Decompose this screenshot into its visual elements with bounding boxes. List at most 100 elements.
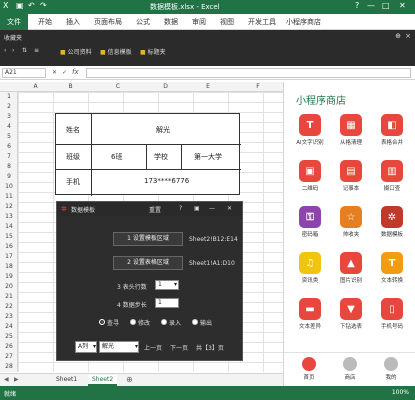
step-input[interactable]: 1 xyxy=(155,298,179,308)
nav-store[interactable]: 商店 xyxy=(335,357,365,381)
app-tile[interactable]: ▬ 文本差异 xyxy=(292,298,328,330)
reset-button[interactable]: 重置 xyxy=(149,205,161,214)
set-template-range-button[interactable]: 1 设置模板区域 xyxy=(113,232,183,246)
header-rows-select[interactable]: 1 ▾ xyxy=(155,280,179,290)
cancel-icon[interactable]: ✕ xyxy=(52,69,57,76)
tab-mini-store[interactable]: 小程序商店 xyxy=(286,17,321,27)
app-tile[interactable]: ▦ 从格清理 xyxy=(333,114,369,146)
app-tile[interactable]: ▥ 摄口查 xyxy=(374,160,410,192)
mode-radio-entry[interactable] xyxy=(161,319,167,325)
row-header[interactable]: 8 xyxy=(0,163,18,170)
row-header[interactable]: 28 xyxy=(0,363,18,370)
close-button[interactable]: ✕ xyxy=(399,1,406,10)
next-page-button[interactable]: 下一页 xyxy=(170,343,188,352)
value-select[interactable]: 解光 ▾ xyxy=(99,341,139,353)
app-tile[interactable]: ▯ 手机号码 xyxy=(374,298,410,330)
app-tile[interactable]: ♫ 资讯类 xyxy=(292,252,328,284)
undo-icon[interactable]: ↶ xyxy=(28,1,35,10)
row-header[interactable]: 9 xyxy=(0,173,18,180)
app-tile[interactable]: T 文本转换 xyxy=(374,252,410,284)
tab-view[interactable]: 视图 xyxy=(220,17,234,27)
column-header[interactable]: F xyxy=(233,83,283,90)
column-header[interactable]: E xyxy=(183,83,233,90)
row-header[interactable]: 15 xyxy=(0,233,18,240)
help-button[interactable]: ? xyxy=(179,205,182,212)
sheet-tab-1[interactable]: Sheet1 xyxy=(52,375,81,384)
save-icon[interactable]: ▣ xyxy=(16,1,24,10)
row-header[interactable]: 10 xyxy=(0,183,18,190)
app-tile[interactable]: ▤ 记事本 xyxy=(333,160,369,192)
app-tile[interactable]: T AI文字识别 xyxy=(292,114,328,146)
list-icon[interactable]: ≡ xyxy=(34,47,39,54)
app-tile[interactable]: ▼ 下钻选表 xyxy=(333,298,369,330)
app-tile[interactable]: ☆ 帅收夹 xyxy=(333,206,369,238)
row-header[interactable]: 19 xyxy=(0,273,18,280)
row-header[interactable]: 17 xyxy=(0,253,18,260)
row-header[interactable]: 27 xyxy=(0,353,18,360)
row-header[interactable]: 13 xyxy=(0,213,18,220)
row-header[interactable]: 5 xyxy=(0,133,18,140)
column-header[interactable]: A xyxy=(18,83,53,90)
sheet-tab-2[interactable]: Sheet2 xyxy=(88,375,118,386)
app-tile[interactable]: ▲ 图片识别 xyxy=(333,252,369,284)
tab-developer[interactable]: 开发工具 xyxy=(248,17,276,27)
minimize-icon[interactable]: — xyxy=(209,205,215,212)
mode-radio-query[interactable] xyxy=(99,319,105,325)
redo-icon[interactable]: ↷ xyxy=(40,1,47,10)
fav-folder-2[interactable]: ■ 信息模板 xyxy=(100,47,132,56)
sort-icon[interactable]: ⇅ xyxy=(22,47,27,54)
add-sheet-icon[interactable]: ⊕ xyxy=(126,375,133,384)
tab-page-layout[interactable]: 页面布局 xyxy=(94,17,122,27)
row-header[interactable]: 4 xyxy=(0,123,18,130)
column-header[interactable]: D xyxy=(148,83,183,90)
zoom-level[interactable]: 100% xyxy=(392,389,409,396)
tab-formulas[interactable]: 公式 xyxy=(136,17,150,27)
row-header[interactable]: 20 xyxy=(0,283,18,290)
close-icon[interactable]: ✕ xyxy=(227,205,232,212)
scroll-right-icon[interactable]: ▶ xyxy=(14,376,19,383)
help-icon[interactable]: ? xyxy=(355,1,359,10)
mode-radio-output[interactable] xyxy=(192,319,198,325)
row-header[interactable]: 1 xyxy=(0,93,18,100)
column-header[interactable]: B xyxy=(53,83,88,90)
tab-data[interactable]: 数据 xyxy=(164,17,178,27)
row-header[interactable]: 22 xyxy=(0,303,18,310)
forward-icon[interactable]: › xyxy=(12,47,14,54)
app-tile[interactable]: ◧ 表格合并 xyxy=(374,114,410,146)
row-header[interactable]: 26 xyxy=(0,343,18,350)
maximize-button[interactable]: □ xyxy=(382,1,390,10)
set-table-range-button[interactable]: 2 设置表格区域 xyxy=(113,256,183,270)
formula-input[interactable] xyxy=(86,68,411,78)
column-select[interactable]: A列 ▾ xyxy=(75,341,97,353)
fav-folder-3[interactable]: ■ 标题夹 xyxy=(140,47,166,56)
app-tile[interactable]: ⚿ 密码箱 xyxy=(292,206,328,238)
dock-icon[interactable]: ▣ xyxy=(194,205,200,212)
row-header[interactable]: 14 xyxy=(0,223,18,230)
tab-insert[interactable]: 插入 xyxy=(66,17,80,27)
mode-radio-edit[interactable] xyxy=(130,319,136,325)
row-header[interactable]: 23 xyxy=(0,313,18,320)
tab-home[interactable]: 开始 xyxy=(38,17,52,27)
fx-label[interactable]: fx xyxy=(72,68,79,76)
tab-file[interactable]: 文件 xyxy=(0,14,28,30)
minimize-button[interactable]: — xyxy=(367,1,375,10)
prev-page-button[interactable]: 上一页 xyxy=(144,343,162,352)
scroll-left-icon[interactable]: ◀ xyxy=(4,376,9,383)
row-header[interactable]: 24 xyxy=(0,323,18,330)
row-header[interactable]: 21 xyxy=(0,293,18,300)
row-header[interactable]: 2 xyxy=(0,103,18,110)
fav-folder-1[interactable]: ■ 公司资料 xyxy=(60,47,92,56)
row-header[interactable]: 3 xyxy=(0,113,18,120)
row-header[interactable]: 18 xyxy=(0,263,18,270)
app-tile[interactable]: ▣ 二维码 xyxy=(292,160,328,192)
row-header[interactable]: 25 xyxy=(0,333,18,340)
column-header[interactable]: C xyxy=(88,83,148,90)
row-header[interactable]: 11 xyxy=(0,193,18,200)
app-tile[interactable]: ✲ 数据模板 xyxy=(374,206,410,238)
nav-mine[interactable]: 我的 xyxy=(376,357,406,381)
enter-icon[interactable]: ✓ xyxy=(62,69,67,76)
close-icon[interactable]: × xyxy=(405,32,411,40)
back-icon[interactable]: ‹ xyxy=(4,47,6,54)
row-header[interactable]: 12 xyxy=(0,203,18,210)
tab-review[interactable]: 审阅 xyxy=(192,17,206,27)
